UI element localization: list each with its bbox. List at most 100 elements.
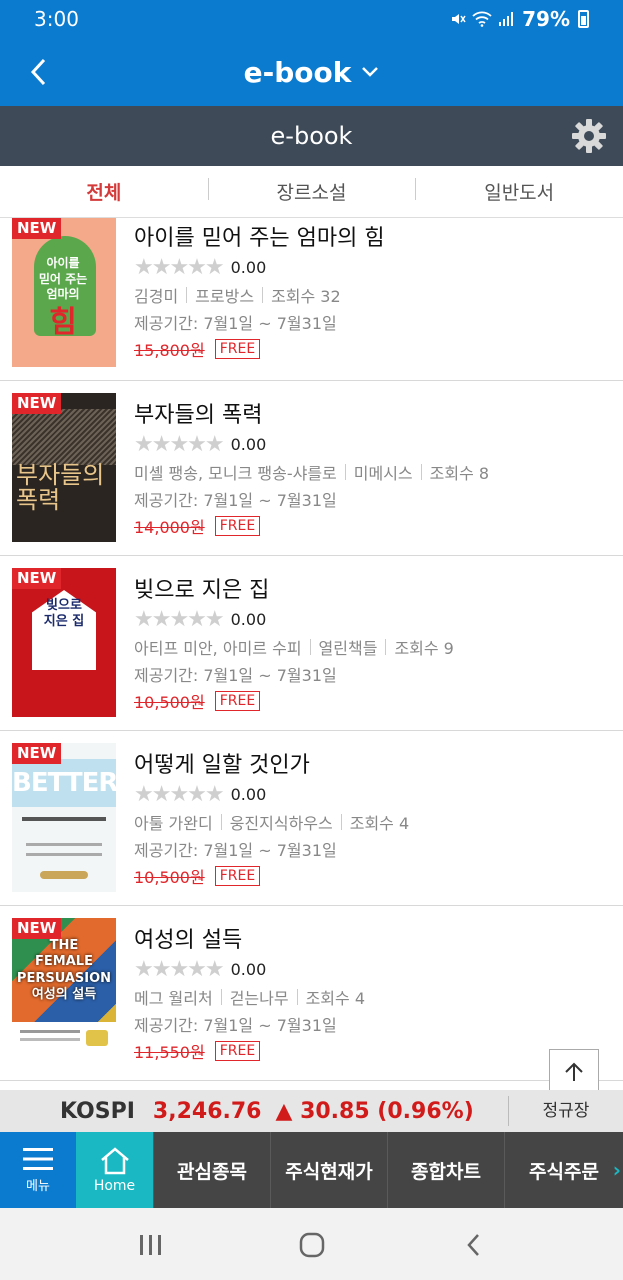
tab-all[interactable]: 전체 bbox=[0, 178, 208, 205]
back-system-icon bbox=[466, 1234, 479, 1256]
book-publisher: 걷는나무 bbox=[229, 989, 289, 1008]
rating-value: 0.00 bbox=[230, 784, 267, 804]
book-rating: ★★★★★ 0.00 bbox=[134, 606, 454, 632]
menu-button[interactable]: 메뉴 bbox=[0, 1132, 76, 1208]
rating-value: 0.00 bbox=[230, 609, 267, 629]
back-system-button[interactable] bbox=[453, 1225, 493, 1265]
back-button[interactable] bbox=[18, 52, 58, 92]
free-badge: FREE bbox=[214, 516, 261, 536]
book-item[interactable]: NEW 부자들의 폭력 부자들의 폭력 ★★★★★ 0.00 미셸 팽송, 모니크 … bbox=[0, 381, 623, 556]
book-author: 아티프 미안, 아미르 수피 bbox=[134, 639, 302, 658]
battery-percent: 79% bbox=[522, 7, 570, 31]
scroll-to-top-button[interactable] bbox=[549, 1049, 599, 1090]
original-price: 15,800원 bbox=[134, 341, 205, 360]
recent-apps-button[interactable] bbox=[131, 1225, 171, 1265]
hamburger-icon bbox=[23, 1147, 53, 1170]
signal-icon bbox=[499, 12, 514, 26]
new-badge: NEW bbox=[12, 393, 62, 414]
new-badge: NEW bbox=[12, 918, 62, 939]
book-item[interactable]: NEW THE FEMALE PERSUASION 여성의 설득 여성의 설득 ★★★… bbox=[0, 906, 623, 1081]
rating-value: 0.00 bbox=[230, 257, 267, 277]
header-title-dropdown[interactable]: e-book bbox=[244, 56, 380, 89]
book-title: 부자들의 폭력 bbox=[134, 403, 263, 428]
market-ticker[interactable]: KOSPI 3,246.76 ▲ 30.85 (0.96%) 정규장 bbox=[0, 1090, 623, 1132]
book-title: 빚으로 지은 집 bbox=[134, 578, 270, 603]
recent-apps-icon bbox=[139, 1235, 161, 1255]
original-price: 10,500원 bbox=[134, 693, 205, 712]
sub-header-title: e-book bbox=[270, 122, 353, 150]
book-cover: NEW THE FEMALE PERSUASION 여성의 설득 bbox=[12, 918, 116, 1067]
price-row: 10,500원 FREE bbox=[134, 862, 409, 890]
cover-illustration bbox=[20, 1038, 80, 1041]
new-badge: NEW bbox=[12, 568, 62, 589]
book-item[interactable]: NEW BETTER 어떻게 일할 것인가 ★★★★★ 0.00 아툴 가완디 웅진… bbox=[0, 731, 623, 906]
book-rating: ★★★★★ 0.00 bbox=[134, 956, 365, 982]
home-label: Home bbox=[93, 1178, 136, 1194]
wifi-icon bbox=[472, 11, 492, 27]
battery-icon bbox=[578, 10, 589, 28]
nav-stock-order-label: 주식주문 bbox=[529, 1160, 599, 1183]
book-period: 제공기간: 7월1일 ~ 7월31일 bbox=[134, 313, 337, 333]
home-icon bbox=[100, 1147, 129, 1175]
ticker-name: KOSPI bbox=[60, 1098, 135, 1124]
home-system-button[interactable] bbox=[292, 1225, 332, 1265]
book-views: 조회수 4 bbox=[349, 814, 410, 833]
nav-stock-order[interactable]: 주식주문 › bbox=[504, 1132, 623, 1208]
rating-stars-icon: ★★★★★ bbox=[134, 956, 225, 982]
chevron-down-icon bbox=[362, 67, 379, 77]
book-period: 제공기간: 7월1일 ~ 7월31일 bbox=[134, 1015, 337, 1035]
sub-header: e-book bbox=[0, 106, 623, 166]
book-publisher: 열린책들 bbox=[318, 639, 378, 658]
free-badge: FREE bbox=[214, 691, 261, 711]
rating-value: 0.00 bbox=[230, 434, 267, 454]
cover-illustration bbox=[22, 817, 106, 821]
price-row: 14,000원 FREE bbox=[134, 512, 489, 540]
nav-chart[interactable]: 종합차트 bbox=[387, 1132, 504, 1208]
cover-title-text: 부자들의 폭력 bbox=[16, 461, 105, 515]
book-info: 어떻게 일할 것인가 ★★★★★ 0.00 아툴 가완디 웅진지식하우스 조회수 4 … bbox=[116, 743, 409, 905]
free-badge: FREE bbox=[214, 1041, 261, 1061]
home-button[interactable]: Home bbox=[76, 1132, 153, 1208]
mute-icon bbox=[452, 14, 466, 24]
book-cover: NEW BETTER bbox=[12, 743, 116, 892]
book-item[interactable]: NEW 아이를 믿어 주는 엄마의 힘 아이를 믿어 주는 엄마의 힘 ★★★★★ 0.… bbox=[0, 218, 623, 381]
book-period: 제공기간: 7월1일 ~ 7월31일 bbox=[134, 490, 337, 510]
tab-genre-fiction[interactable]: 장르소설 bbox=[207, 178, 416, 205]
cover-illustration bbox=[26, 853, 102, 856]
book-meta: 메그 월리처 걷는나무 조회수 4 bbox=[134, 984, 365, 1010]
rating-stars-icon: ★★★★★ bbox=[134, 606, 225, 632]
gear-icon[interactable] bbox=[571, 118, 607, 154]
original-price: 10,500원 bbox=[134, 868, 205, 887]
rating-stars-icon: ★★★★★ bbox=[134, 781, 225, 807]
status-right: 79% bbox=[450, 7, 589, 31]
rating-stars-icon: ★★★★★ bbox=[134, 431, 225, 457]
book-info: 부자들의 폭력 ★★★★★ 0.00 미셸 팽송, 모니크 팽송-샤를로 미메시스 조… bbox=[116, 393, 489, 555]
book-rating: ★★★★★ 0.00 bbox=[134, 431, 489, 457]
ticker-change: ▲ 30.85 (0.96%) bbox=[275, 1098, 474, 1124]
chevron-right-icon[interactable]: › bbox=[613, 1158, 621, 1182]
book-publisher: 미메시스 bbox=[353, 464, 413, 483]
new-badge: NEW bbox=[12, 218, 62, 239]
book-author: 김경미 bbox=[134, 287, 179, 306]
book-title: 아이를 믿어 주는 엄마의 힘 bbox=[134, 226, 385, 251]
status-time: 3:00 bbox=[34, 7, 79, 31]
nav-watchlist[interactable]: 관심종목 bbox=[153, 1132, 270, 1208]
book-item[interactable]: NEW 빚으로 지은 집 빚으로 지은 집 ★★★★★ 0.00 아티프 미안, 아… bbox=[0, 556, 623, 731]
book-views: 조회수 9 bbox=[394, 639, 454, 658]
nav-stock-price[interactable]: 주식현재가 bbox=[270, 1132, 387, 1208]
book-views: 조회수 4 bbox=[305, 989, 366, 1008]
cover-title-text: BETTER bbox=[12, 759, 116, 807]
cover-illustration bbox=[86, 1030, 108, 1046]
book-title: 여성의 설득 bbox=[134, 928, 243, 953]
page-title: e-book bbox=[243, 55, 352, 89]
cover-title-text: THE FEMALE PERSUASION 여성의 설득 bbox=[16, 938, 112, 1002]
cover-illustration bbox=[12, 409, 116, 465]
book-period: 제공기간: 7월1일 ~ 7월31일 bbox=[134, 665, 337, 685]
cover-illustration bbox=[26, 843, 102, 846]
rating-stars-icon: ★★★★★ bbox=[134, 254, 225, 280]
home-system-icon bbox=[299, 1232, 324, 1258]
bottom-nav: 메뉴 Home 관심종목 주식현재가 종합차트 주식주문 › bbox=[0, 1132, 623, 1208]
book-cover: NEW 빚으로 지은 집 bbox=[12, 568, 116, 717]
book-meta: 김경미 프로방스 조회수 32 bbox=[134, 282, 385, 308]
tab-general-books[interactable]: 일반도서 bbox=[415, 178, 623, 205]
